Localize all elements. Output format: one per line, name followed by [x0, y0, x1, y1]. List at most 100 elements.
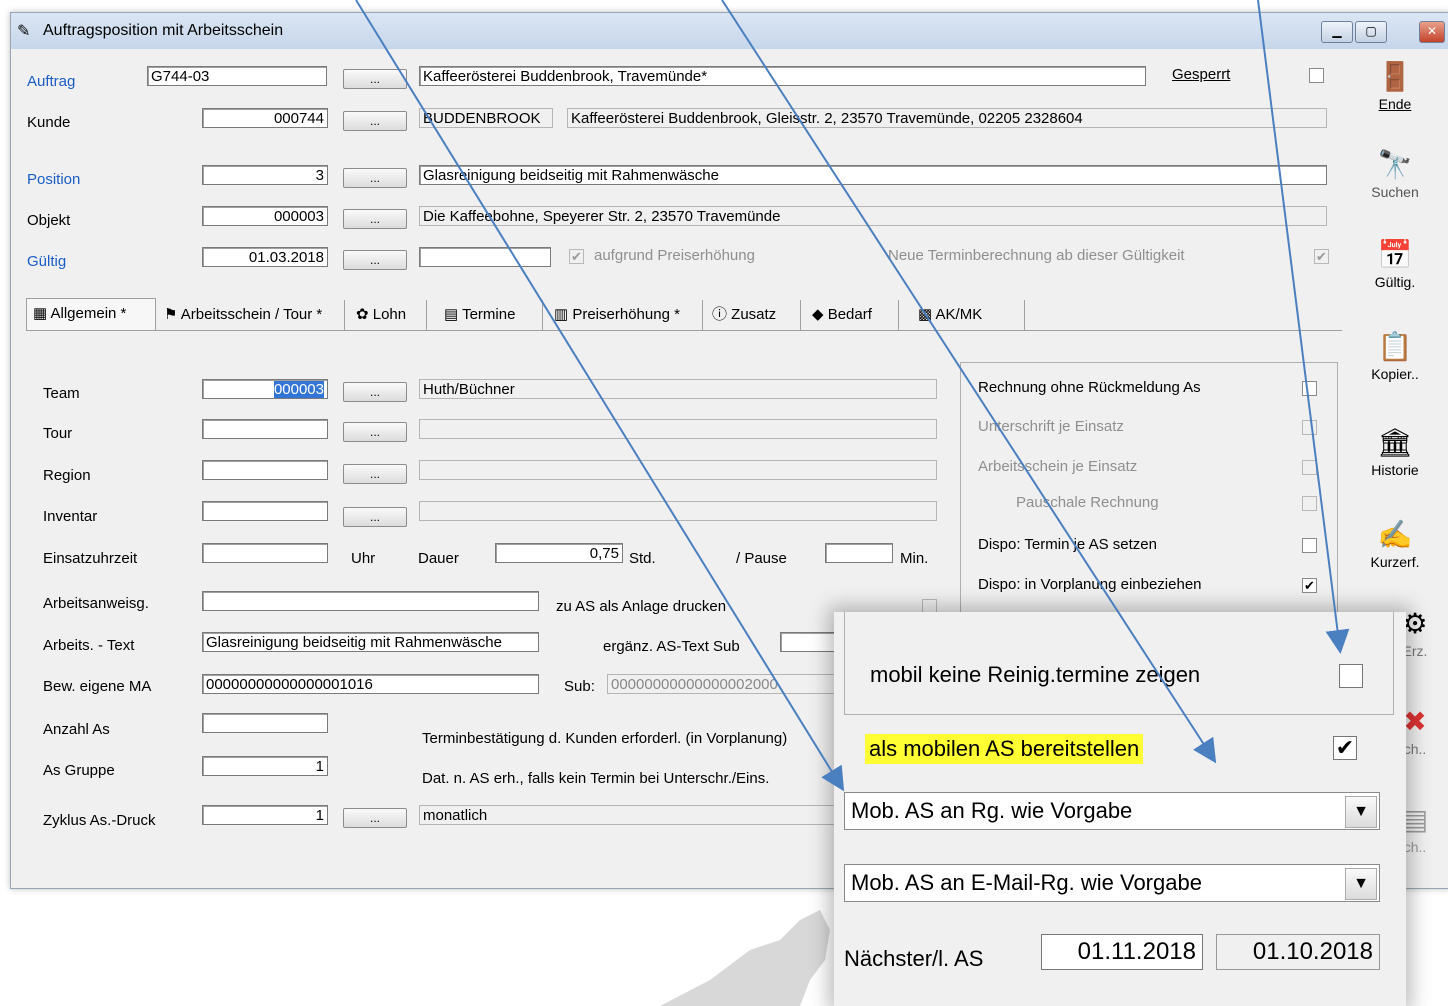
objekt-input[interactable]: 000003	[202, 206, 328, 226]
zoom-mobil-keine-checkbox[interactable]	[1339, 664, 1363, 688]
gesperrt-checkbox[interactable]	[1309, 68, 1324, 83]
kunde-input[interactable]: 000744	[202, 108, 328, 128]
history-icon: 🏛	[1377, 427, 1413, 458]
zoom-callout: mobil keine Reinig.termine zeigen als mo…	[834, 612, 1406, 1006]
arbeitsanweisung-input[interactable]	[202, 591, 539, 611]
std-label: Std.	[629, 550, 656, 567]
position-lookup-button[interactable]: ...	[343, 168, 407, 188]
rechnung-ohne-rueckmeldung-checkbox[interactable]	[1302, 381, 1317, 396]
team-lookup-button[interactable]: ...	[343, 382, 407, 402]
ende-button[interactable]: 🚪 Ende	[1360, 60, 1430, 112]
arbeitsschein-je-einsatz-checkbox[interactable]	[1302, 460, 1317, 475]
auftrag-label[interactable]: Auftrag	[27, 73, 75, 90]
window-title: Auftragsposition mit Arbeitsschein	[43, 22, 284, 39]
pauschale-rechnung-checkbox[interactable]	[1302, 496, 1317, 511]
gueltig-extra-field[interactable]	[419, 247, 551, 267]
position-label[interactable]: Position	[27, 171, 80, 188]
decorative-shape	[660, 910, 830, 1006]
kunde-short-field: BUDDENBROOK	[419, 108, 553, 128]
anlage-label: zu AS als Anlage drucken	[556, 598, 727, 615]
zoom-mobil-keine-label: mobil keine Reinig.termine zeigen	[870, 662, 1201, 687]
gueltig-lookup-button[interactable]: ...	[343, 250, 407, 270]
ergaenz-label: ergänz. AS-Text Sub	[603, 638, 740, 655]
close-button[interactable]: ✕	[1419, 21, 1445, 43]
anzahl-input[interactable]	[202, 713, 328, 733]
objekt-lookup-button[interactable]: ...	[343, 209, 407, 229]
zyklus-label: Zyklus As.-Druck	[43, 812, 156, 829]
team-label: Team	[43, 385, 80, 402]
tab-termine[interactable]: ▤ Termine	[438, 300, 543, 330]
zusatz-tab-icon: ⓘ	[712, 306, 732, 323]
einsatzuhrzeit-input[interactable]	[202, 543, 328, 563]
arbeitstext-input[interactable]: Glasreinigung beidseitig mit Rahmenwäsch…	[202, 632, 539, 652]
tab-bedarf[interactable]: ◆ Bedarf	[806, 300, 899, 330]
objekt-label: Objekt	[27, 212, 71, 229]
kunde-lookup-button[interactable]: ...	[343, 111, 407, 131]
dauer-label: Dauer	[418, 550, 459, 567]
tab-lohn[interactable]: ✿ Lohn	[350, 300, 427, 330]
preiserhoehung-checkbox[interactable]: ✔	[569, 249, 584, 264]
kunde-desc-field: Kaffeerösterei Buddenbrook, Gleisstr. 2,…	[567, 108, 1327, 128]
maximize-button[interactable]: ▢	[1355, 21, 1387, 43]
gruppe-input[interactable]: 1	[202, 756, 328, 776]
sub-field: 00000000000000002000	[607, 674, 840, 694]
zyklus-input[interactable]: 1	[202, 805, 328, 825]
inventar-lookup-button[interactable]: ...	[343, 507, 407, 527]
minimize-button[interactable]: ▁	[1321, 21, 1353, 43]
anzahl-label: Anzahl As	[43, 721, 110, 738]
bew-label: Bew. eigene MA	[43, 678, 152, 695]
team-input[interactable]: 000003	[202, 379, 328, 399]
historie-button[interactable]: 🏛 Historie	[1360, 426, 1430, 478]
tab-allgemein[interactable]: ▦ Allgemein *	[26, 298, 156, 331]
gueltig-input[interactable]: 01.03.2018	[202, 247, 328, 267]
zoom-mob-email-select[interactable]: Mob. AS an E-Mail-Rg. wie Vorgabe ▼	[844, 864, 1380, 902]
auftrag-desc-field[interactable]: Kaffeerösterei Buddenbrook, Travemünde*	[419, 66, 1146, 86]
pause-input[interactable]	[825, 543, 893, 563]
allgemein-tab-icon: ▦	[33, 305, 51, 322]
terminberechnung-label: Neue Terminberechnung ab dieser Gültigke…	[888, 247, 1185, 264]
bew-input[interactable]: 00000000000000001016	[202, 674, 539, 694]
zoom-mobilen-as-label: als mobilen AS bereitstellen	[865, 734, 1144, 764]
tab-zusatz[interactable]: ⓘ Zusatz	[706, 300, 801, 330]
dauer-input[interactable]: 0,75	[495, 543, 623, 563]
zoom-mobilen-as-checkbox[interactable]: ✔	[1333, 736, 1357, 760]
tour-lookup-button[interactable]: ...	[343, 422, 407, 442]
region-lookup-button[interactable]: ...	[343, 464, 407, 484]
region-label: Region	[43, 467, 91, 484]
termine-tab-icon: ▤	[444, 306, 463, 323]
unterschrift-checkbox[interactable]	[1302, 420, 1317, 435]
arbeitsanweisung-label: Arbeitsanweisg.	[43, 595, 149, 612]
terminberechnung-checkbox[interactable]: ✔	[1314, 249, 1329, 264]
suchen-button[interactable]: 🔭 Suchen	[1360, 148, 1430, 200]
terminbestaetigung-label: Terminbestätigung d. Kunden erforderl. (…	[422, 730, 788, 747]
position-desc-field[interactable]: Glasreinigung beidseitig mit Rahmenwäsch…	[419, 165, 1327, 185]
tab-arbeitsschein[interactable]: ⚑ Arbeitsschein / Tour *	[158, 300, 345, 330]
position-input[interactable]: 3	[202, 165, 328, 185]
auftrag-input[interactable]: G744-03	[147, 66, 327, 86]
tab-preiserhoehung[interactable]: ▥ Preiserhöhung *	[548, 300, 703, 330]
gueltig-button[interactable]: 📅 Gültig.	[1360, 238, 1430, 290]
zoom-naechster-input[interactable]: 01.11.2018	[1041, 934, 1203, 970]
zoom-mob-rg-select[interactable]: Mob. AS an Rg. wie Vorgabe ▼	[844, 792, 1380, 830]
unterschrift-label: Unterschrift je Einsatz	[978, 418, 1124, 435]
kopier-button[interactable]: 📋 Kopier..	[1360, 330, 1430, 382]
auftrag-lookup-button[interactable]: ...	[343, 69, 407, 89]
zyklus-lookup-button[interactable]: ...	[343, 808, 407, 828]
exit-door-icon: 🚪	[1377, 61, 1413, 92]
dispo-vorplanung-checkbox[interactable]: ✔	[1302, 578, 1317, 593]
pause-label: / Pause	[736, 550, 787, 567]
gueltig-label[interactable]: Gültig	[27, 253, 66, 270]
kurzerf-button[interactable]: ✍ Kurzerf.	[1360, 518, 1430, 570]
inventar-input[interactable]	[202, 501, 328, 521]
dispo-termin-label: Dispo: Termin je AS setzen	[978, 536, 1157, 553]
arbeitsschein-tab-icon: ⚑	[164, 306, 181, 323]
ergaenz-input[interactable]	[780, 632, 840, 652]
arbeitsschein-je-einsatz-label: Arbeitsschein je Einsatz	[978, 458, 1138, 475]
dat-label: Dat. n. AS erh., falls kein Termin bei U…	[422, 770, 770, 787]
tour-input[interactable]	[202, 419, 328, 439]
dispo-termin-checkbox[interactable]	[1302, 538, 1317, 553]
kunde-label: Kunde	[27, 114, 71, 131]
gruppe-label: As Gruppe	[43, 762, 115, 779]
region-input[interactable]	[202, 460, 328, 480]
tab-akmk[interactable]: ▩ AK/MK	[912, 300, 1025, 330]
